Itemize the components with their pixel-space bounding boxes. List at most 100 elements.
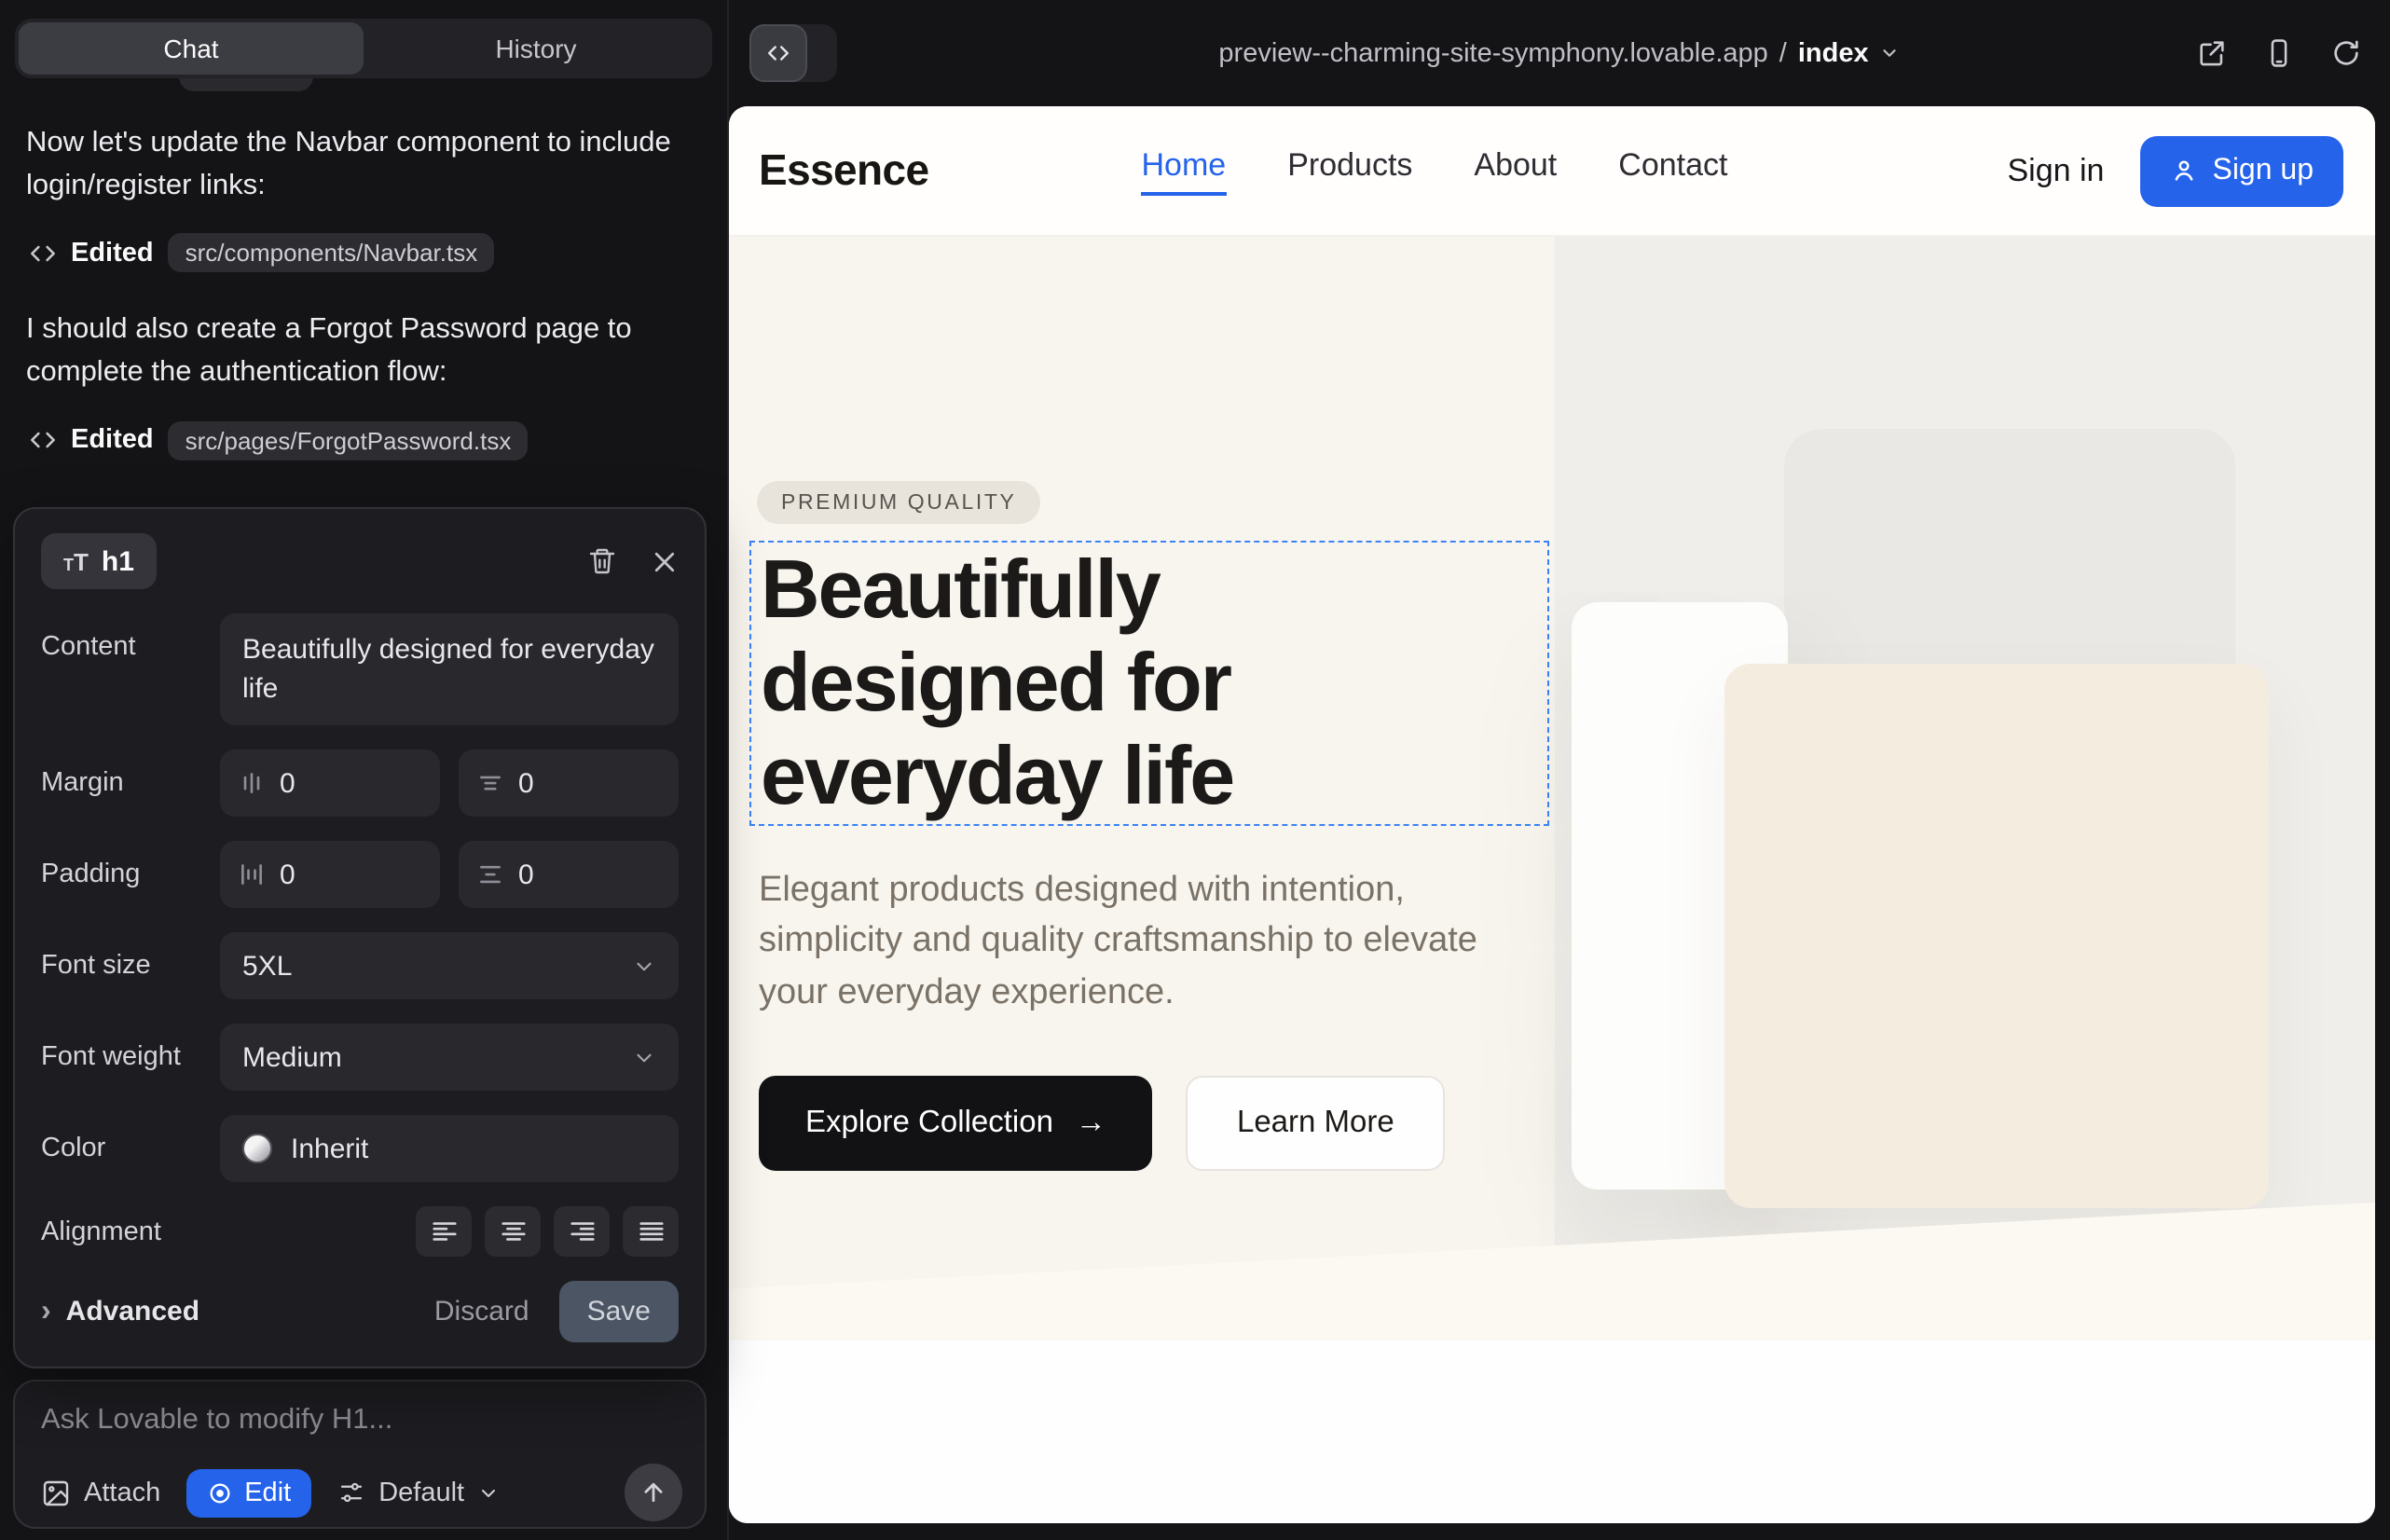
content-label: Content [41, 613, 220, 662]
padding-horizontal-icon [477, 861, 503, 887]
font-size-row: Font size 5XL [41, 932, 679, 999]
font-size-label: Font size [41, 951, 220, 981]
attach-image-icon [41, 1478, 71, 1507]
refresh-icon[interactable] [2330, 37, 2362, 69]
site-logo[interactable]: Essence [759, 145, 929, 196]
nav-link-contact[interactable]: Contact [1618, 146, 1727, 195]
send-button[interactable] [625, 1464, 682, 1521]
font-size-select[interactable]: 5XL [220, 932, 679, 999]
hero-headline[interactable]: Beautifully designed for everyday life [761, 544, 1394, 825]
element-editor-panel: TT h1 Content Beautifully designed for e… [13, 507, 707, 1368]
color-select[interactable]: Inherit [220, 1115, 679, 1182]
content-input[interactable]: Beautifully designed for everyday life [220, 613, 679, 725]
font-weight-row: Font weight Medium [41, 1024, 679, 1091]
delete-element-button[interactable] [587, 546, 617, 576]
chevron-right-icon: › [41, 1295, 51, 1328]
nav-link-products[interactable]: Products [1287, 146, 1412, 195]
site-nav-links: Home Products About Contact [1142, 146, 1728, 195]
padding-horizontal-input[interactable]: 0 [459, 841, 679, 908]
selected-element-pill[interactable]: TT h1 [41, 533, 157, 589]
preview-chrome-bar: preview--charming-site-symphony.lovable.… [729, 0, 2390, 106]
edited-label: Edited [71, 425, 154, 455]
mobile-view-icon[interactable] [2263, 37, 2295, 69]
code-icon [749, 24, 807, 82]
editor-header: TT h1 [41, 533, 679, 589]
url-page: index [1798, 38, 1869, 68]
premium-quality-badge: PREMIUM QUALITY [757, 481, 1040, 524]
explore-collection-button[interactable]: Explore Collection → [759, 1076, 1153, 1171]
margin-horizontal-value: 0 [518, 767, 534, 799]
explore-collection-label: Explore Collection [805, 1106, 1053, 1141]
color-swatch [242, 1134, 272, 1163]
color-value: Inherit [291, 1133, 368, 1164]
chevron-down-icon [632, 954, 656, 978]
user-icon [2169, 157, 2197, 185]
composer-input[interactable] [41, 1404, 682, 1437]
padding-vertical-value: 0 [280, 859, 295, 890]
app-window: Chat History Now let's update the Navbar… [0, 0, 2390, 1540]
hero-cta-row: Explore Collection → Learn More [759, 1076, 1445, 1171]
selected-element-tag: h1 [102, 545, 134, 577]
margin-vertical-input[interactable]: 0 [220, 749, 440, 817]
code-icon [30, 241, 56, 267]
chat-composer: Attach Edit Default [13, 1380, 707, 1529]
sign-up-button[interactable]: Sign up [2139, 135, 2343, 206]
padding-horizontal-value: 0 [518, 859, 534, 890]
edit-label: Edit [244, 1478, 291, 1507]
font-weight-select[interactable]: Medium [220, 1024, 679, 1091]
tab-chat[interactable]: Chat [19, 22, 364, 75]
arrow-right-icon: → [1076, 1106, 1106, 1141]
attach-label: Attach [84, 1478, 160, 1507]
align-center-button[interactable] [485, 1206, 541, 1257]
code-view-toggle[interactable] [749, 24, 837, 82]
padding-vertical-icon [239, 861, 265, 887]
url-separator: / [1779, 38, 1787, 68]
sign-in-link[interactable]: Sign in [2008, 152, 2105, 189]
decorative-card-beige [1724, 664, 2269, 1208]
font-weight-label: Font weight [41, 1042, 220, 1072]
save-button[interactable]: Save [559, 1281, 679, 1342]
advanced-toggle[interactable]: › Advanced [41, 1295, 199, 1328]
edited-file-pill[interactable]: src/components/Navbar.tsx [169, 234, 495, 273]
edit-mode-button[interactable]: Edit [186, 1468, 311, 1517]
align-left-button[interactable] [416, 1206, 472, 1257]
edited-file-pill[interactable]: src/pages/ForgotPassword.tsx [169, 420, 529, 460]
edited-file-row: Edited src/components/Navbar.tsx [30, 234, 705, 273]
attach-button[interactable]: Attach [41, 1478, 160, 1507]
font-weight-value: Medium [242, 1041, 342, 1073]
discard-button[interactable]: Discard [434, 1296, 529, 1327]
font-size-icon: TT [63, 545, 89, 577]
code-icon [30, 427, 56, 453]
color-row: Color Inherit [41, 1115, 679, 1182]
target-icon [207, 1479, 233, 1506]
align-justify-button[interactable] [623, 1206, 679, 1257]
tab-history[interactable]: History [364, 22, 708, 75]
h1-selection-outline[interactable]: Beautifully designed for everyday life [749, 541, 1549, 826]
preview-url[interactable]: preview--charming-site-symphony.lovable.… [1218, 38, 1900, 68]
close-editor-button[interactable] [651, 547, 679, 575]
padding-label: Padding [41, 859, 220, 889]
margin-horizontal-input[interactable]: 0 [459, 749, 679, 817]
hero-diagonal-band [729, 1192, 2375, 1341]
site-next-section [729, 1341, 2375, 1523]
model-default-selector[interactable]: Default [337, 1478, 500, 1507]
advanced-label: Advanced [66, 1296, 199, 1327]
site-preview: Essence Home Products About Contact Sign… [729, 106, 2375, 1523]
learn-more-button[interactable]: Learn More [1187, 1076, 1445, 1171]
nav-link-about[interactable]: About [1474, 146, 1557, 195]
margin-vertical-icon [239, 770, 265, 796]
align-right-button[interactable] [554, 1206, 610, 1257]
open-in-new-tab-icon[interactable] [2196, 37, 2228, 69]
site-navbar: Essence Home Products About Contact Sign… [729, 106, 2375, 237]
edited-file-row: Edited src/pages/ForgotPassword.tsx [30, 420, 705, 460]
color-label: Color [41, 1134, 220, 1163]
margin-label: Margin [41, 768, 220, 798]
sliders-icon [337, 1478, 365, 1506]
url-domain: preview--charming-site-symphony.lovable.… [1218, 38, 1767, 68]
nav-link-home[interactable]: Home [1142, 146, 1227, 195]
site-hero: PREMIUM QUALITY Beautifully designed for… [729, 237, 2375, 1341]
chevron-down-icon [1880, 43, 1901, 63]
padding-vertical-input[interactable]: 0 [220, 841, 440, 908]
margin-vertical-value: 0 [280, 767, 295, 799]
chevron-down-icon [477, 1481, 500, 1504]
